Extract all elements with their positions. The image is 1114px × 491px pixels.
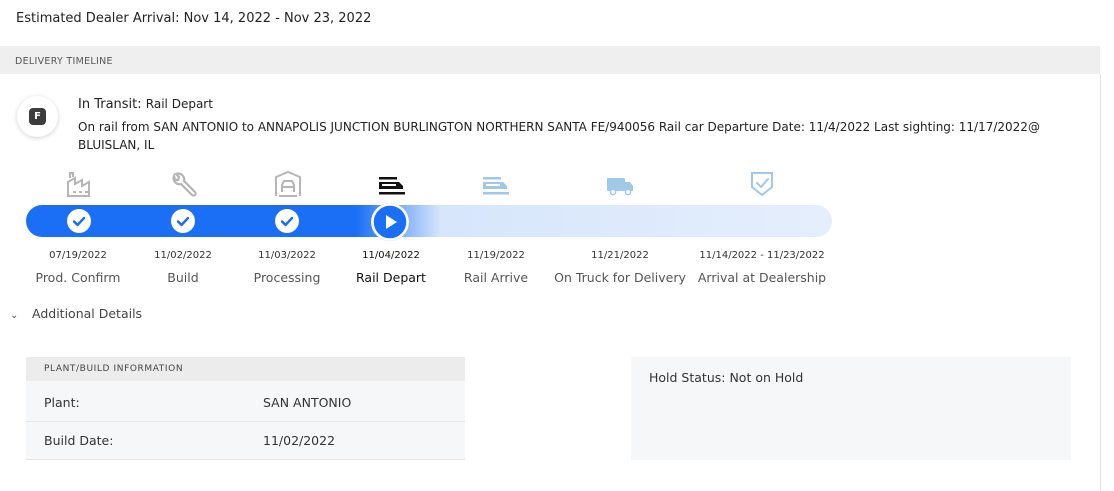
status-badge: F	[17, 96, 58, 137]
status-badge-letter: F	[29, 108, 46, 125]
plant-value: SAN ANTONIO	[263, 395, 352, 410]
check-icon	[275, 209, 299, 233]
wrench-icon	[168, 170, 198, 198]
plant-build-card: PLANT/BUILD INFORMATION Plant: SAN ANTON…	[26, 357, 465, 460]
additional-details-toggle[interactable]: ⌄ Additional Details	[10, 306, 142, 321]
stage-date: 11/19/2022	[467, 250, 525, 261]
current-stage-marker	[371, 203, 409, 241]
status-title-value: Rail Depart	[145, 97, 213, 111]
delivery-timeline-header: DELIVERY TIMELINE	[0, 46, 1100, 74]
hold-status-card: Hold Status: Not on Hold	[631, 357, 1071, 460]
status-title: In Transit: Rail Depart	[78, 97, 213, 112]
section-title: DELIVERY TIMELINE	[15, 56, 113, 67]
stage-name: On Truck for Delivery	[554, 270, 686, 285]
hold-status-text: Hold Status: Not on Hold	[649, 370, 804, 385]
truck-icon	[605, 170, 635, 198]
stage-date: 11/14/2022 - 11/23/2022	[699, 250, 825, 261]
build-date-row: Build Date: 11/02/2022	[26, 421, 465, 460]
chevron-down-icon: ⌄	[10, 310, 19, 321]
plant-build-header: PLANT/BUILD INFORMATION	[26, 357, 465, 381]
check-icon	[171, 209, 195, 233]
garage-car-icon	[273, 170, 303, 198]
status-description: On rail from SAN ANTONIO to ANNAPOLIS JU…	[78, 120, 1040, 152]
stage-name: Arrival at Dealership	[697, 270, 827, 285]
plant-build-title: PLANT/BUILD INFORMATION	[44, 364, 184, 374]
plant-label: Plant:	[44, 395, 80, 410]
check-icon	[67, 209, 91, 233]
rail-car-icon-upcoming	[481, 170, 511, 198]
factory-icon	[64, 170, 94, 198]
rail-car-icon	[377, 170, 407, 198]
plant-row: Plant: SAN ANTONIO	[26, 383, 465, 422]
stage-date: 11/21/2022	[591, 250, 649, 261]
additional-details-label: Additional Details	[32, 306, 143, 321]
estimated-dealer-arrival: Estimated Dealer Arrival: Nov 14, 2022 -…	[16, 11, 372, 26]
progress-track	[26, 205, 832, 237]
build-date-label: Build Date:	[44, 433, 114, 448]
build-date-value: 11/02/2022	[263, 433, 336, 448]
shield-check-icon	[747, 170, 777, 198]
status-title-prefix: In Transit:	[78, 97, 142, 112]
